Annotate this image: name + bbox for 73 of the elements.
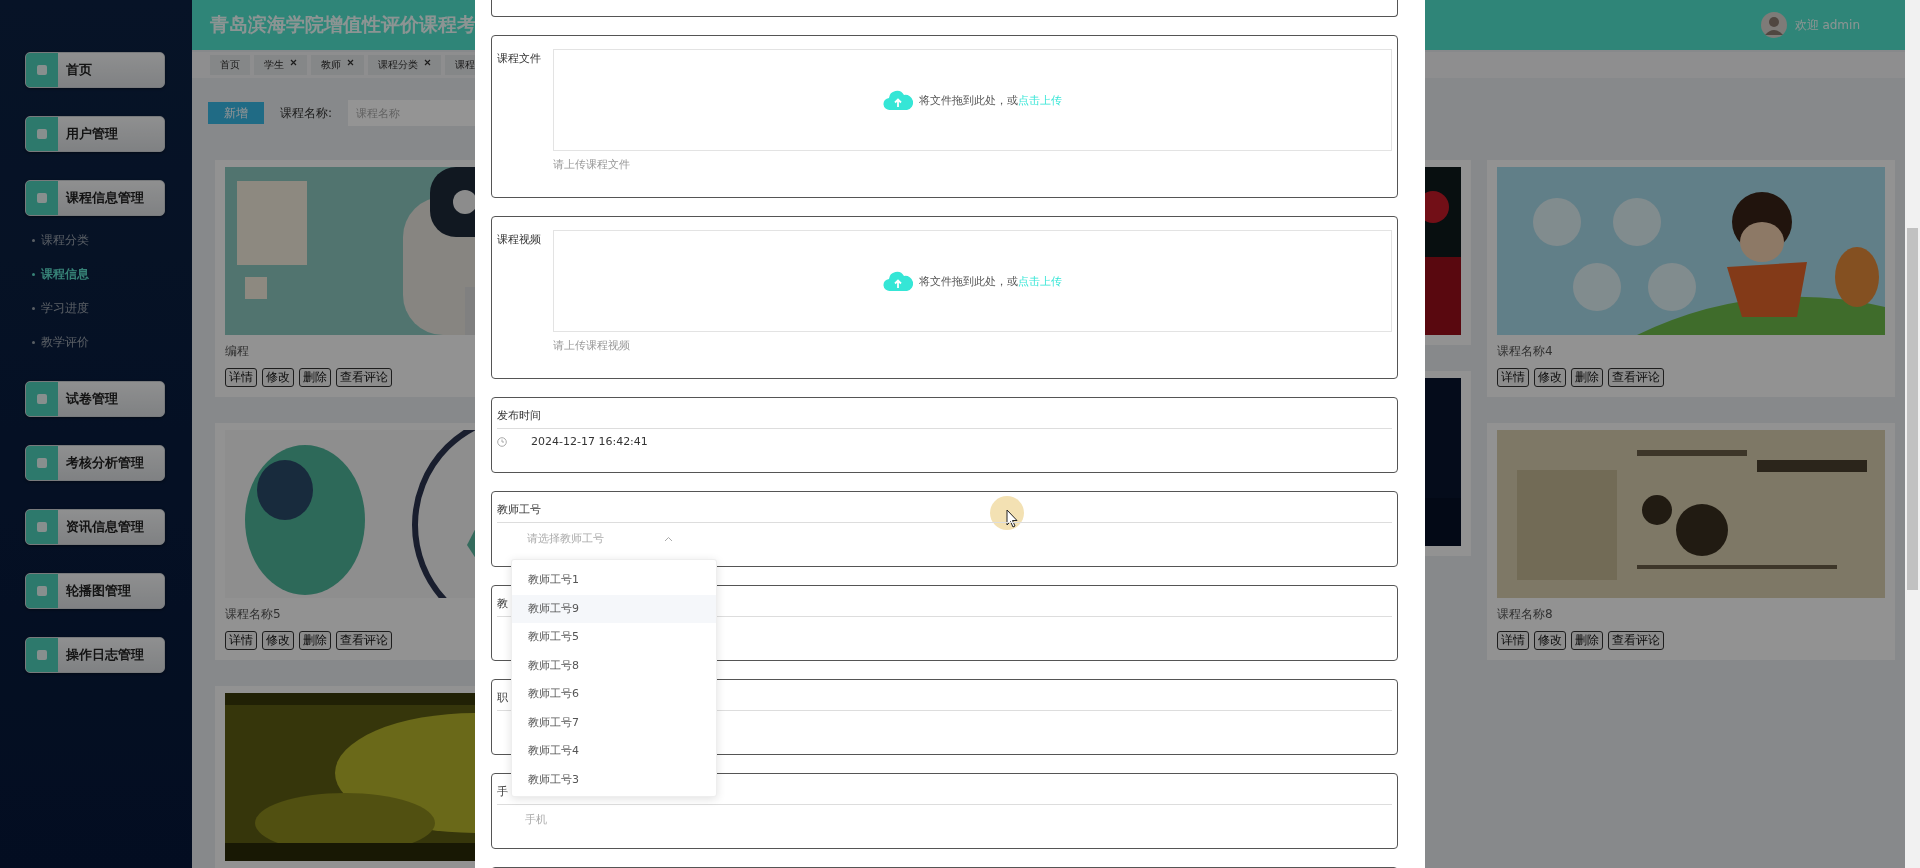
submenu-item[interactable]: 学习进度 — [32, 300, 89, 317]
upload-dropzone[interactable]: 将文件拖到此处，或点击上传 — [553, 49, 1392, 151]
card-action-button[interactable]: 详情 — [1497, 368, 1529, 387]
dropdown-option[interactable]: 教师工号8 — [512, 651, 716, 680]
menu-icon — [26, 638, 58, 672]
upload-hint: 请上传课程视频 — [553, 338, 631, 353]
tab[interactable]: 首页 — [210, 55, 250, 75]
card-action-button[interactable]: 修改 — [262, 368, 294, 387]
clock-icon — [497, 436, 507, 447]
field-label: 课程文件 — [497, 51, 542, 67]
dropdown-option[interactable]: 教师工号6 — [512, 680, 716, 709]
scrollbar[interactable] — [1905, 0, 1920, 868]
card-action-button[interactable]: 查看评论 — [336, 368, 392, 387]
card-action-button[interactable]: 删除 — [1571, 631, 1603, 650]
card-action-button[interactable]: 查看评论 — [336, 631, 392, 650]
course-title: 编程 — [225, 343, 249, 360]
dropdown-option[interactable]: 教师工号4 — [512, 737, 716, 766]
cloud-upload-icon — [883, 88, 913, 112]
close-icon[interactable] — [290, 58, 297, 66]
dropdown-option[interactable]: 教师工号7 — [512, 708, 716, 737]
field-label: 课程视频 — [497, 232, 542, 248]
menu-item[interactable]: 用户管理 — [25, 116, 165, 152]
card-action-button[interactable]: 详情 — [225, 631, 257, 650]
upload-hint: 请上传课程文件 — [553, 157, 631, 172]
cursor-icon — [990, 496, 1024, 530]
menu-icon — [26, 117, 58, 151]
menu-item[interactable]: 首页 — [25, 52, 165, 88]
menu-icon — [26, 53, 58, 87]
menu-icon — [26, 382, 58, 416]
card-action-button[interactable]: 修改 — [1534, 368, 1566, 387]
card-action-button[interactable]: 查看评论 — [1608, 368, 1664, 387]
dropdown-option[interactable]: 教师工号9 — [512, 594, 716, 623]
field-label: 发布时间 — [497, 408, 1392, 429]
card-action-button[interactable]: 查看评论 — [1608, 631, 1664, 650]
search-label: 课程名称: — [280, 104, 333, 122]
menu-icon — [26, 574, 58, 608]
card-action-button[interactable]: 详情 — [225, 368, 257, 387]
menu-item[interactable]: 课程信息管理 — [25, 180, 165, 216]
date-field[interactable]: 2024-12-17 16:42:41 — [497, 429, 1392, 448]
submenu-item[interactable]: 课程分类 — [32, 232, 89, 249]
menu-item[interactable]: 操作日志管理 — [25, 637, 165, 673]
menu-icon — [26, 181, 58, 215]
upload-prompt: 将文件拖到此处，或点击上传 — [919, 273, 1062, 289]
submenu-item[interactable]: 课程信息 — [32, 266, 89, 283]
menu-icon — [26, 510, 58, 544]
tab[interactable]: 教师 — [311, 55, 364, 75]
menu-item[interactable]: 试卷管理 — [25, 381, 165, 417]
tab[interactable]: 课程分类 — [368, 55, 441, 75]
dropdown-option[interactable]: 教师工号1 — [512, 566, 716, 595]
submenu-item[interactable]: 教学评价 — [32, 334, 89, 351]
course-title: 课程名称4 — [1497, 343, 1553, 360]
caret-icon — [664, 535, 673, 542]
app-title: 青岛滨海学院增值性评价课程考 — [210, 12, 476, 37]
upload-dropzone[interactable]: 将文件拖到此处，或点击上传 — [553, 230, 1392, 332]
close-icon[interactable] — [347, 58, 354, 66]
card-action-button[interactable]: 修改 — [1534, 631, 1566, 650]
dropdown-option[interactable]: 教师工号5 — [512, 623, 716, 652]
menu-item[interactable]: 轮播图管理 — [25, 573, 165, 609]
tab[interactable]: 学生 — [254, 55, 307, 75]
cloud-upload-icon — [883, 269, 913, 293]
course-title: 课程名称8 — [1497, 606, 1553, 623]
course-title: 课程名称5 — [225, 606, 281, 623]
card-action-button[interactable]: 详情 — [1497, 631, 1529, 650]
card-action-button[interactable]: 删除 — [1571, 368, 1603, 387]
close-icon[interactable] — [424, 58, 431, 66]
upload-prompt: 将文件拖到此处，或点击上传 — [919, 92, 1062, 108]
card-action-button[interactable]: 删除 — [299, 368, 331, 387]
menu-item[interactable]: 资讯信息管理 — [25, 509, 165, 545]
welcome-text: 欢迎 admin — [1794, 16, 1860, 34]
card-action-button[interactable]: 修改 — [262, 631, 294, 650]
menu-icon — [26, 446, 58, 480]
card-action-button[interactable]: 删除 — [299, 631, 331, 650]
menu-item[interactable]: 考核分析管理 — [25, 445, 165, 481]
